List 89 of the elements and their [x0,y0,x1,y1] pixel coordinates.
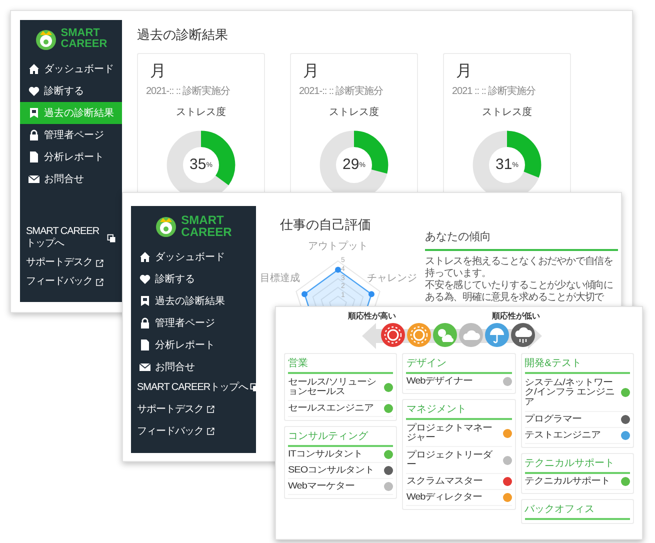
document-icon [28,151,40,163]
mascot-logo-icon [34,28,57,50]
scale-label: 順応性が高い [348,310,396,322]
tendency-text: 不安を感じていたりすることが少ない傾向にある為、明確に意見を求めることが大切で [425,280,614,304]
job-name: ITコンサルタント [288,450,364,460]
heart-icon [139,273,151,285]
job-name: テストエンジニア [524,430,602,440]
metric-label: ストレス度 [176,106,226,120]
month-label: 月 [455,62,473,82]
axis-label: アウトプット [308,240,368,254]
month-label: 月 [302,62,320,82]
category-title: デザイン [406,356,512,374]
nav-item[interactable]: お問合せ [131,356,256,378]
date-text: 2021-:: :: 診断実施分 [146,84,232,98]
job-name: プログラマー [524,414,583,424]
section-heading: あなたの傾向 [425,229,618,250]
metric-label: ストレス度 [329,106,379,120]
category-title: マネジメント [406,402,512,420]
sidebar-link[interactable]: SMART CAREERトップへ [26,226,105,250]
job-name: スクラムマスター [406,476,484,486]
sidebar-link[interactable]: フィードバック [26,276,92,288]
nav-item[interactable]: 診断する [131,268,256,290]
mail-icon [28,173,40,185]
logo-text: SMART [181,214,225,226]
sun-icon [407,323,431,347]
sidebar-link[interactable]: サポートデスク [137,402,204,417]
category-title: バックオフィス [524,502,630,520]
date-text: 2021-:: :: 診断実施分 [299,84,384,98]
rain-cloud-icon [511,323,535,347]
nav-item[interactable]: 管理者ページ [20,124,122,146]
job-name: プロジェクトマネージャー [406,423,493,443]
logo-text: SMART [60,28,101,39]
job-name: Webデザイナー [406,376,474,386]
external-link-icon [206,405,214,414]
percent-value: 35 [190,157,206,172]
bookmark-icon [28,107,40,119]
sidebar-link[interactable]: サポートデスク [26,257,92,269]
mail-icon [139,361,151,373]
logo-text: CAREER [181,226,232,238]
nav-item[interactable]: 過去の診断結果 [131,290,256,312]
mascot-logo-icon [155,215,178,237]
job-name: セールスエンジニア [288,404,374,414]
job-name: システム/ネットワーク/インフラ エンジニア [524,378,616,408]
sun-cloud-icon [433,323,457,347]
date-text: 2021 :: :: 診断実施分 [452,84,537,98]
sidebar-link[interactable]: SMART CAREERトップへ [137,380,248,395]
job-name: プロジェクトリーダー [406,450,494,470]
job-name: テクニカルサポート [524,476,612,486]
axis-label: 目標達成 [260,272,300,286]
job-name: SEOコンサルタント [288,466,376,476]
page-title: 過去の診断結果 [137,26,229,44]
job-name: Webマーケター [288,482,356,492]
category-title: コンサルティング [288,429,394,447]
external-link-icon [94,258,104,268]
category-title: 開発&テスト [524,356,630,374]
tendency-text: ストレスを抱えることなくおだやかで自信を持っています。 [425,256,614,280]
umbrella-icon [485,323,509,347]
lock-icon [28,129,40,141]
job-name: セールス/ソリューションセールス [288,377,377,397]
percent-value: 29 [342,157,360,172]
bookmark-icon [139,295,151,307]
metric-label: ストレス度 [482,106,532,120]
nav-item[interactable]: 分析レポート [131,334,256,356]
home-icon [139,251,151,263]
nav-item[interactable]: 管理者ページ [131,312,256,334]
lock-icon [139,317,151,329]
nav-item[interactable]: ダッシュボード [131,246,256,268]
cloud-icon [459,323,483,347]
job-name: Webディレクター [406,492,484,502]
document-icon [139,339,151,351]
nav-item[interactable]: 分析レポート [20,146,122,168]
logo-text: CAREER [60,39,108,50]
percent-value: 31 [496,157,512,172]
external-link-icon [94,278,104,286]
scale-label: 順応性が低い [492,310,540,322]
axis-label: チャレンジ [367,272,417,286]
sidebar-link[interactable]: フィードバック [137,424,204,439]
page-title: 仕事の自己評価 [280,216,371,234]
category-title: 営業 [288,356,394,374]
external-link-icon [206,427,214,436]
nav-item[interactable]: 診断する [20,80,122,102]
nav-item[interactable]: お問合せ [20,168,122,190]
nav-item[interactable]: ダッシュボード [20,58,122,80]
category-title: テクニカルサポート [524,456,630,474]
home-icon [28,63,40,75]
month-label: 月 [149,62,167,82]
sun-icon [381,323,405,347]
heart-icon [28,85,40,97]
windows-icon [107,234,116,242]
